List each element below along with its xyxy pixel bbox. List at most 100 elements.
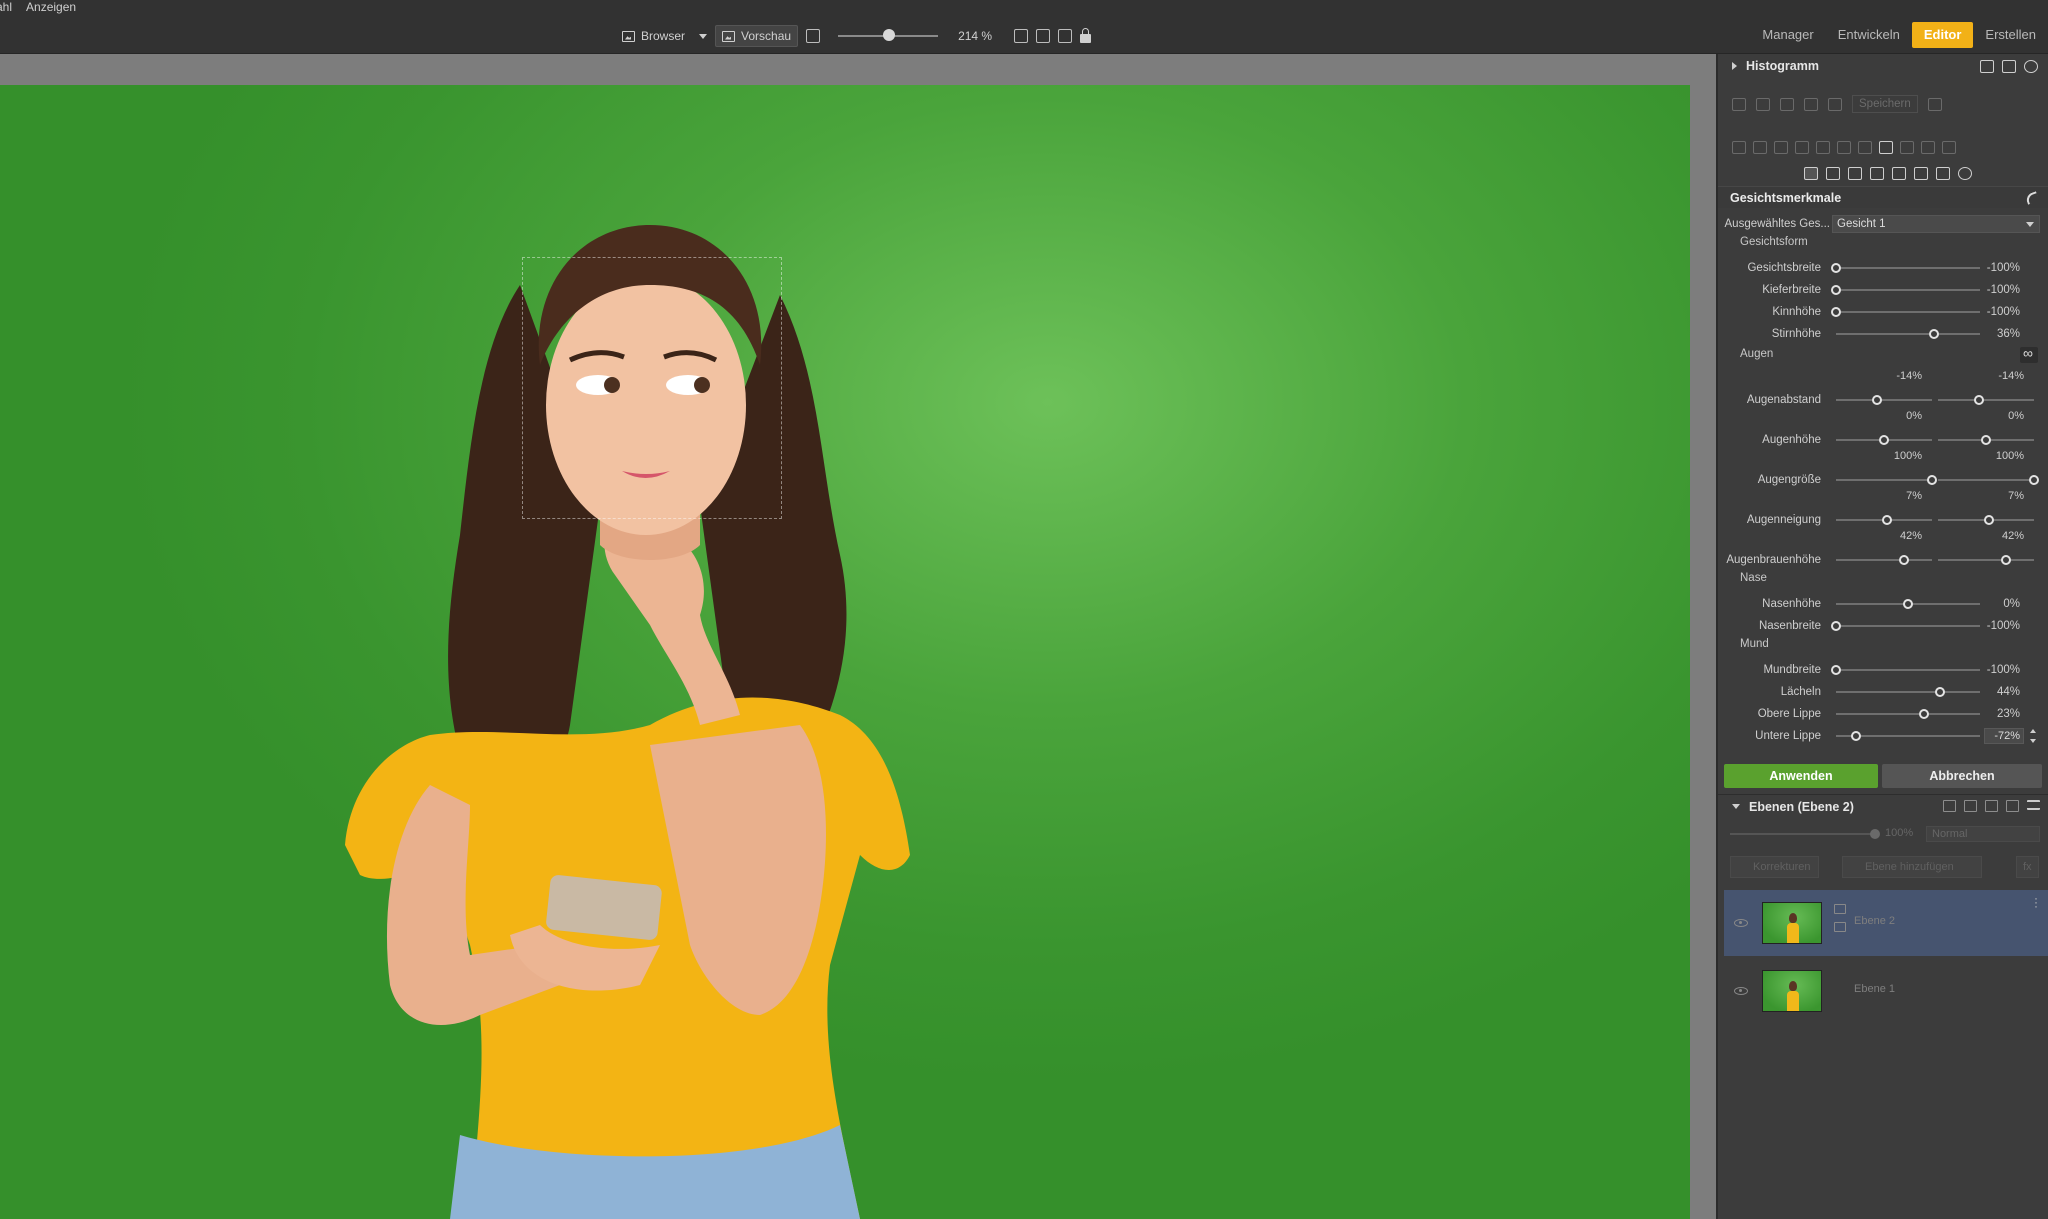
slider-handle[interactable] — [1881, 515, 1892, 525]
slider-handle[interactable] — [1879, 435, 1889, 445]
tab-develop[interactable]: Entwickeln — [1826, 22, 1912, 48]
zoom-slider-handle[interactable] — [883, 29, 896, 41]
slider-handle[interactable] — [1927, 475, 1937, 485]
redo-icon[interactable] — [1756, 97, 1770, 111]
straighten-tool-icon[interactable] — [1795, 140, 1809, 154]
right-eye-slider[interactable] — [1938, 475, 2039, 485]
expand-icon[interactable] — [1732, 62, 1737, 70]
layer-mask-icon[interactable] — [1834, 904, 1846, 914]
left-eye-slider[interactable] — [1836, 475, 1937, 485]
right-eye-slider[interactable] — [1938, 555, 2034, 565]
face-tool-icon[interactable] — [1879, 140, 1893, 154]
rotate-right-icon[interactable] — [1828, 97, 1842, 111]
duplicate-layer-icon[interactable] — [1943, 800, 1956, 812]
text-tool-icon[interactable] — [1921, 140, 1935, 154]
color-picker-icon[interactable] — [2024, 60, 2038, 73]
slider-handle[interactable] — [1831, 285, 1841, 295]
clone-tool-icon[interactable] — [1858, 140, 1872, 154]
undo-section-icon[interactable] — [2024, 190, 2040, 205]
corrections-button[interactable]: Korrekturen — [1730, 856, 1820, 878]
tab-editor[interactable]: Editor — [1911, 22, 1974, 48]
face-features-icon[interactable] — [1804, 166, 1818, 180]
slider-handle[interactable] — [1831, 621, 1841, 631]
pen-icon[interactable] — [1936, 166, 1950, 180]
redeye-tool-icon[interactable] — [1837, 140, 1851, 154]
layer-item-ebene-2[interactable]: Ebene 2 · · · — [1724, 890, 2048, 956]
stepper-icon[interactable] — [2030, 729, 2036, 743]
group-folder-icon[interactable] — [1985, 800, 1998, 812]
teeth-icon[interactable] — [1870, 166, 1884, 180]
slider-track[interactable] — [1836, 687, 1980, 697]
slider-handle[interactable] — [1981, 435, 1991, 445]
opacity-slider-handle[interactable] — [1870, 829, 1880, 839]
rotate-left-icon[interactable] — [1804, 97, 1818, 111]
save-button[interactable]: Speichern — [1852, 95, 1918, 113]
clip-warning-icon[interactable] — [1980, 60, 1994, 73]
add-layer-button[interactable]: Ebene hinzufügen — [1842, 856, 1982, 878]
more-options-icon[interactable]: · · · — [2034, 892, 2038, 912]
cancel-button[interactable]: Abbrechen — [1882, 764, 2042, 788]
slider-handle[interactable] — [1934, 687, 1945, 697]
visibility-eye-icon[interactable] — [1734, 987, 1748, 995]
preview-mode-icon[interactable] — [2002, 60, 2016, 73]
right-eye-slider[interactable] — [1938, 395, 2034, 405]
slider-handle[interactable] — [2029, 475, 2039, 485]
slider-handle[interactable] — [1928, 329, 1939, 339]
tab-manager[interactable]: Manager — [1750, 22, 1825, 48]
external-window-icon[interactable] — [806, 29, 821, 43]
layer-item-ebene-1[interactable]: Ebene 1 — [1724, 958, 2048, 1024]
image-canvas[interactable] — [0, 54, 1716, 1219]
menu-icon[interactable] — [2027, 800, 2040, 810]
right-eye-slider[interactable] — [1938, 435, 2034, 445]
slider-handle[interactable] — [1872, 395, 1883, 405]
fx-button[interactable]: fx — [2016, 856, 2039, 878]
slider-handle[interactable] — [1851, 731, 1862, 741]
menu-item-view[interactable]: Anzeigen — [26, 0, 76, 16]
smooth-icon[interactable] — [1914, 166, 1928, 180]
slider-handle[interactable] — [2001, 555, 2012, 565]
opacity-slider[interactable] — [1730, 829, 1880, 839]
slider-track[interactable] — [1831, 285, 1980, 295]
face-detection-box[interactable] — [522, 257, 782, 519]
fit-height-icon[interactable] — [1058, 29, 1073, 43]
mask-icon[interactable] — [1964, 800, 1977, 812]
blend-mode-select[interactable]: Normal — [1926, 826, 2040, 842]
perspective-tool-icon[interactable] — [1816, 140, 1830, 154]
slider-track[interactable] — [1836, 599, 1980, 609]
apply-button[interactable]: Anwenden — [1724, 764, 1878, 788]
slider-value[interactable]: -72% — [1984, 728, 2024, 744]
lock-icon[interactable] — [1080, 28, 1092, 43]
chevron-down-icon[interactable] — [699, 33, 708, 39]
slider-handle[interactable] — [1831, 263, 1841, 273]
histogram-header[interactable]: Histogramm — [1718, 54, 2048, 78]
collapse-icon[interactable] — [1732, 804, 1740, 809]
right-eye-slider[interactable] — [1938, 515, 2034, 525]
slider-track[interactable] — [1831, 263, 1980, 273]
slider-track[interactable] — [1836, 329, 1980, 339]
layer-lock-icon[interactable] — [1834, 922, 1846, 932]
eyes-icon[interactable] — [1848, 166, 1862, 180]
slider-handle[interactable] — [1974, 395, 1985, 405]
slider-handle[interactable] — [1918, 709, 1929, 719]
reset-icon[interactable] — [1958, 166, 1972, 180]
slider-handle[interactable] — [1831, 307, 1841, 317]
photo-preview[interactable] — [0, 85, 1690, 1219]
slider-handle[interactable] — [1903, 599, 1913, 609]
liquify-icon[interactable] — [1892, 166, 1906, 180]
browser-button[interactable]: Browser — [616, 25, 691, 47]
slider-track[interactable] — [1836, 709, 1980, 719]
slider-track[interactable] — [1831, 621, 1980, 631]
slider-track[interactable] — [1831, 307, 1980, 317]
slider-track[interactable] — [1836, 731, 1980, 741]
tab-create[interactable]: Erstellen — [1973, 22, 2048, 48]
undo-icon[interactable] — [1732, 97, 1746, 111]
hand-tool-icon[interactable] — [1732, 140, 1746, 154]
slider-handle[interactable] — [1831, 665, 1841, 675]
visibility-eye-icon[interactable] — [1734, 919, 1748, 927]
left-eye-slider[interactable] — [1836, 515, 1932, 525]
actual-size-icon[interactable] — [1014, 29, 1029, 43]
layers-header[interactable]: Ebenen (Ebene 2) — [1718, 794, 2048, 818]
selected-face-select[interactable]: Gesicht 1 — [1832, 215, 2040, 233]
skin-icon[interactable] — [1826, 166, 1840, 180]
preview-button[interactable]: Vorschau — [715, 25, 799, 47]
